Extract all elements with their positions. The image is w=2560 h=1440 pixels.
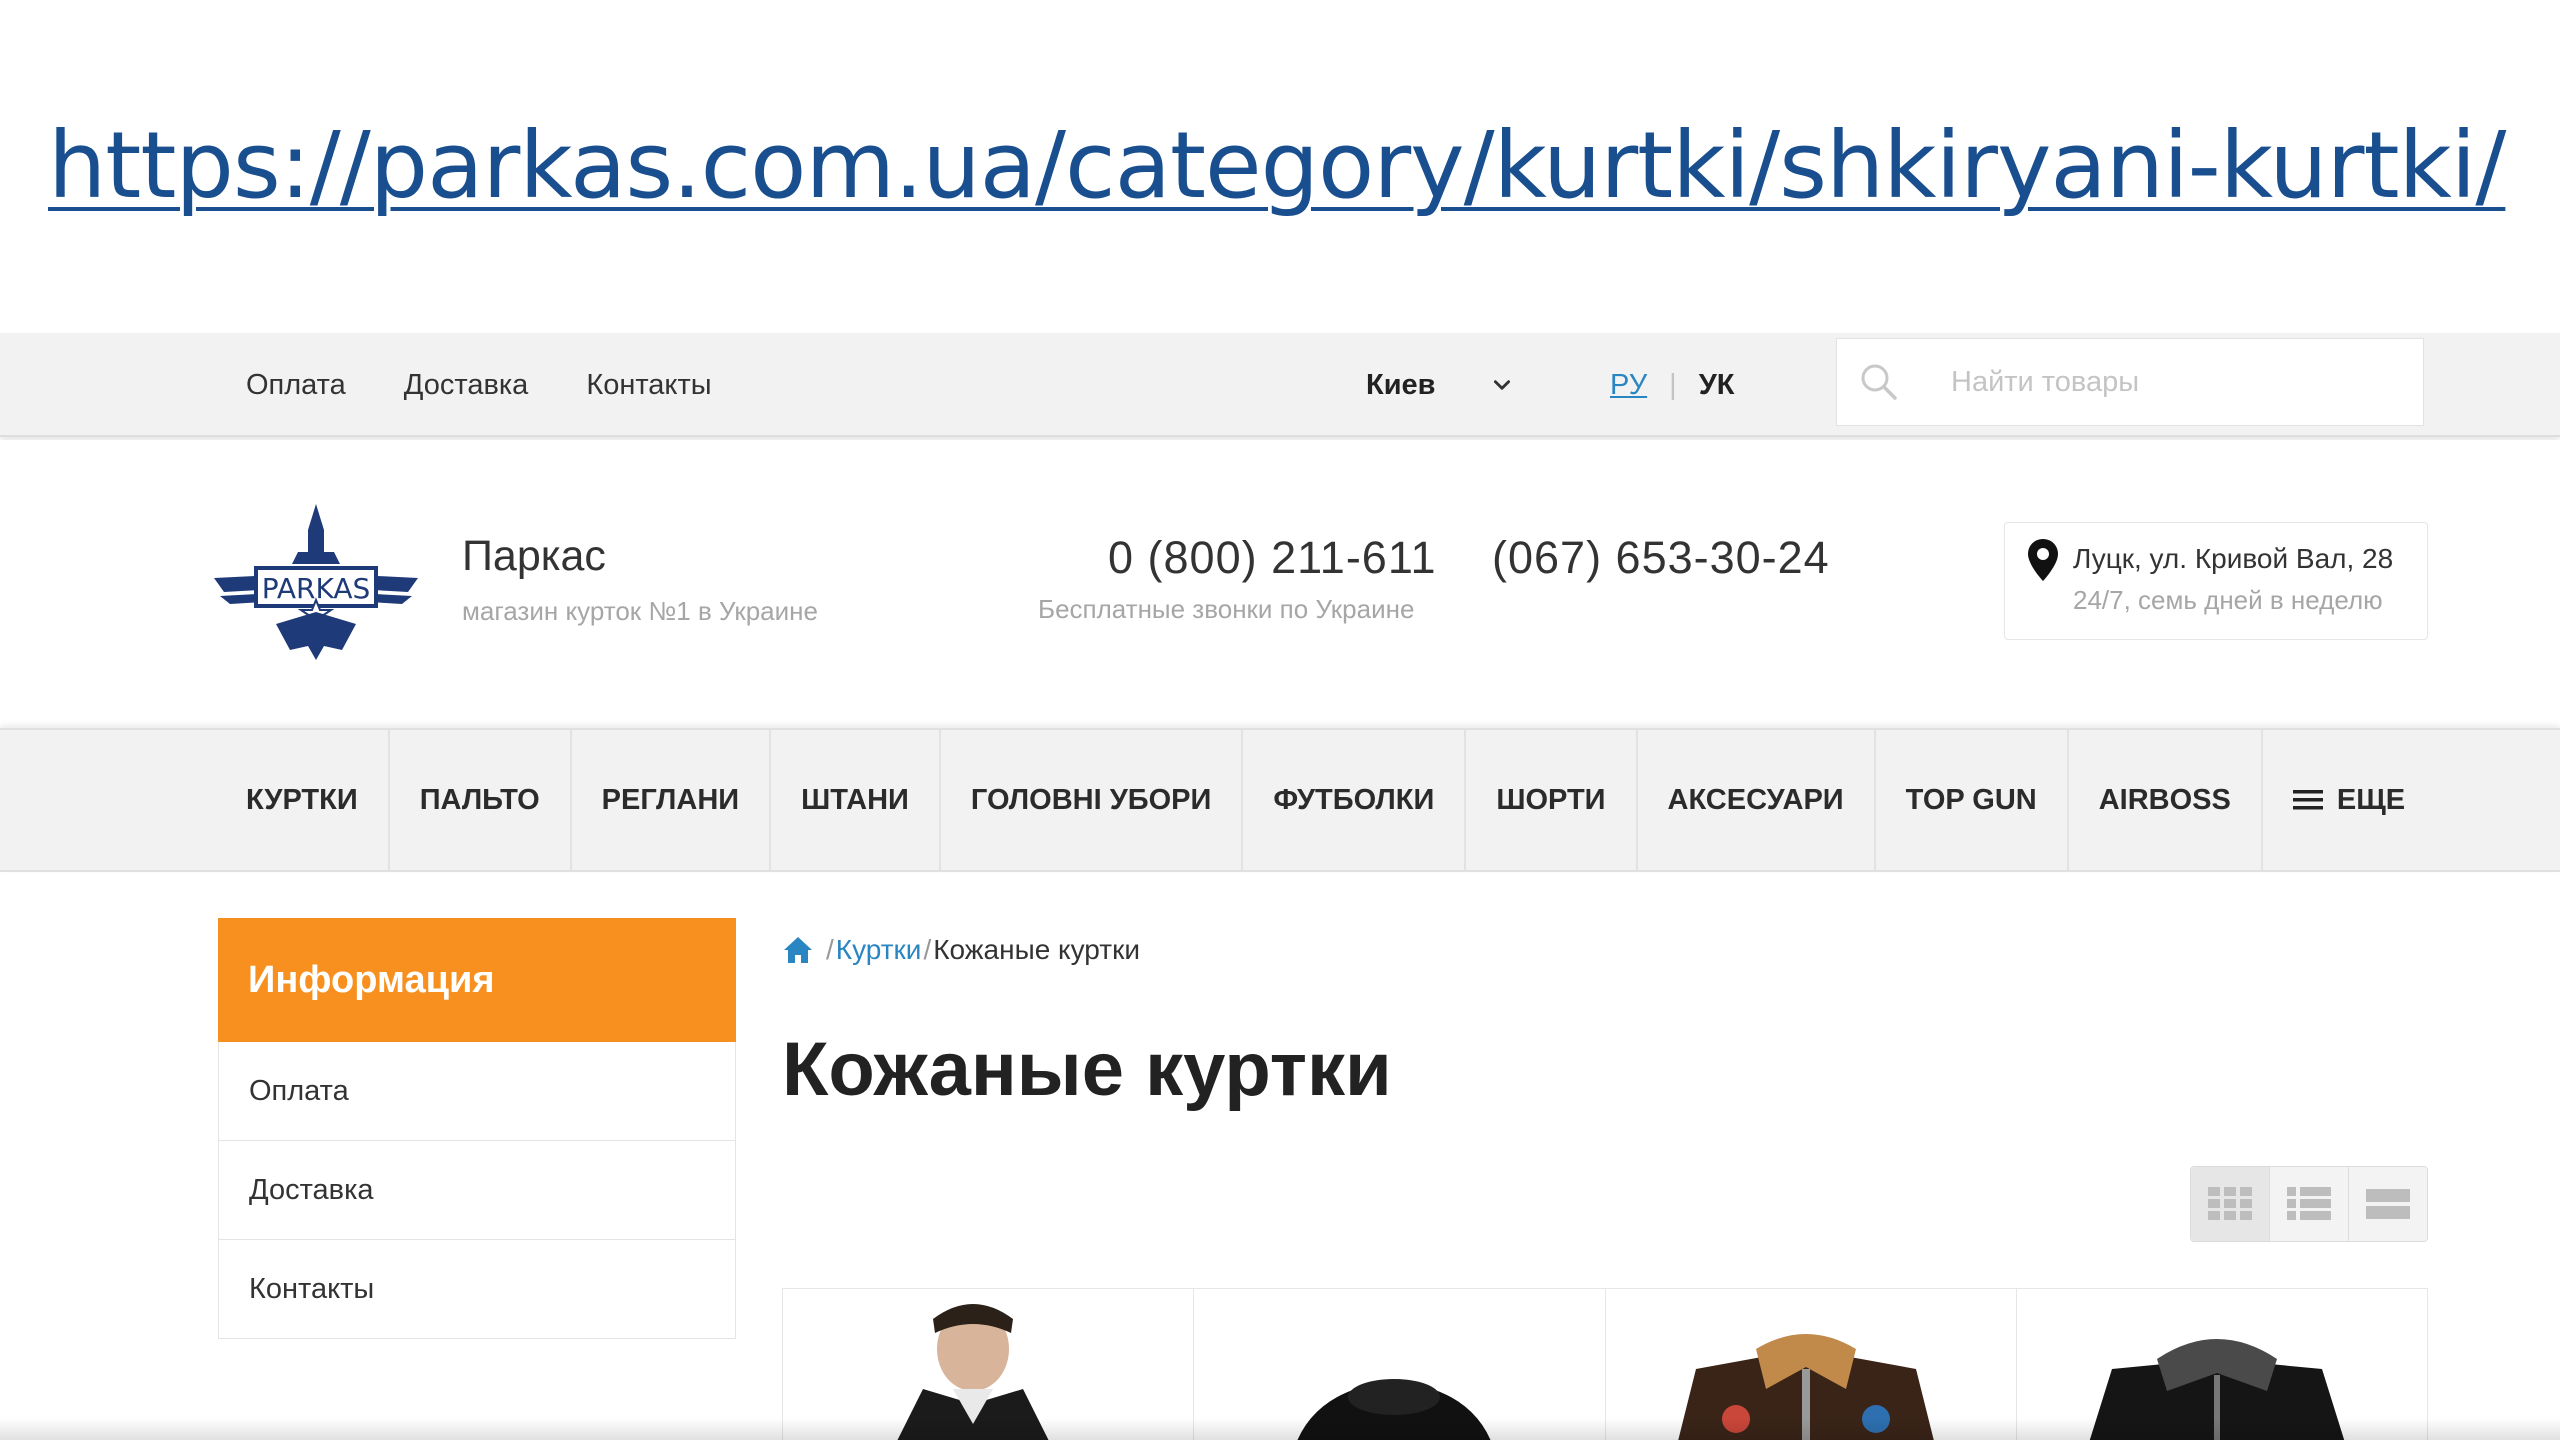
phone-free[interactable]: 0 (800) 211-611 (1108, 532, 1437, 584)
map-pin-icon (2028, 539, 2058, 581)
view-mode-switcher (2190, 1166, 2428, 1242)
search-input[interactable] (1951, 365, 2391, 399)
list-view-icon (2287, 1187, 2331, 1220)
language-switcher: РУ | УК (1610, 333, 1734, 437)
main-nav: КУРТКИ ПАЛЬТО РЕГЛАНИ ШТАНИ ГОЛОВНІ УБОР… (0, 728, 2560, 872)
address-card[interactable]: Луцк, ул. Кривой Вал, 28 24/7, семь дней… (2004, 522, 2428, 640)
brand-tagline: магазин курток №1 в Украине (462, 596, 818, 626)
nav-more-label: ЕЩЕ (2336, 783, 2406, 816)
address-text: Луцк, ул. Кривой Вал, 28 (2073, 543, 2394, 574)
top-bar: Оплата Доставка Контакты Киев РУ | УК (0, 333, 2560, 437)
grid-view-button[interactable] (2191, 1167, 2270, 1241)
city-selector[interactable]: Киев (1366, 333, 1513, 437)
hours-text: 24/7, семь дней в неделю (2073, 585, 2383, 615)
sidebar-item-payment[interactable]: Оплата (218, 1042, 736, 1141)
nav-item-headwear[interactable]: ГОЛОВНІ УБОРИ (941, 730, 1244, 870)
nav-item-pants[interactable]: ШТАНИ (771, 730, 941, 870)
nav-item-tshirts[interactable]: ФУТБОЛКИ (1243, 730, 1467, 870)
sidebar-item-contacts[interactable]: Контакты (218, 1240, 736, 1339)
table-view-button[interactable] (2349, 1167, 2427, 1241)
breadcrumb-separator: / (923, 934, 932, 965)
search-box (1836, 338, 2424, 426)
top-nav-delivery[interactable]: Доставка (404, 369, 529, 402)
sidebar-item-delivery[interactable]: Доставка (218, 1141, 736, 1240)
nav-item-shorts[interactable]: ШОРТИ (1466, 730, 1638, 870)
breadcrumb-jackets-link[interactable]: Куртки (836, 934, 922, 966)
list-view-button[interactable] (2270, 1167, 2349, 1241)
table-view-icon (2366, 1189, 2410, 1219)
lang-separator: | (1669, 368, 1677, 401)
nav-item-top-gun[interactable]: TOP GUN (1876, 730, 2069, 870)
breadcrumb-current: Кожаные куртки (933, 934, 1140, 965)
site-header: PARKAS Паркас магазин курток №1 в Украин… (0, 440, 2560, 728)
info-sidebar: Информация Оплата Доставка Контакты (218, 918, 736, 1339)
nav-item-more[interactable]: ЕЩЕ (2263, 730, 2435, 870)
phone-note: Бесплатные звонки по Украине (1038, 594, 1415, 624)
url-banner: https://parkas.com.ua/category/kurtki/sh… (48, 112, 2506, 222)
category-url-link[interactable]: https://parkas.com.ua/category/kurtki/sh… (48, 112, 2506, 219)
search-icon[interactable] (1857, 360, 1901, 404)
breadcrumb: / Куртки / Кожаные куртки (782, 930, 1140, 970)
top-nav: Оплата Доставка Контакты (246, 333, 712, 437)
top-nav-payment[interactable]: Оплата (246, 369, 346, 402)
nav-item-airboss[interactable]: AIRBOSS (2069, 730, 2263, 870)
nav-item-raglans[interactable]: РЕГЛАНИ (572, 730, 772, 870)
nav-item-coats[interactable]: ПАЛЬТО (390, 730, 572, 870)
page-title: Кожаные куртки (782, 1027, 1392, 1112)
nav-item-accessories[interactable]: АКСЕСУАРИ (1638, 730, 1876, 870)
phone-mobile[interactable]: (067) 653-30-24 (1492, 532, 1830, 584)
grid-view-icon (2208, 1187, 2252, 1220)
breadcrumb-separator: / (826, 934, 834, 965)
chevron-down-icon (1494, 380, 1511, 390)
home-icon[interactable] (782, 935, 814, 965)
brand-name: Паркас (462, 532, 606, 580)
city-label: Киев (1366, 368, 1436, 401)
lang-ru-link[interactable]: РУ (1610, 369, 1647, 402)
menu-icon (2292, 790, 2323, 810)
lang-uk-link[interactable]: УК (1699, 369, 1735, 402)
parkas-logo[interactable]: PARKAS (214, 500, 418, 664)
sidebar-title: Информация (218, 918, 736, 1042)
top-nav-contacts[interactable]: Контакты (586, 369, 711, 402)
nav-item-jackets[interactable]: КУРТКИ (216, 730, 390, 870)
bottom-edge-shadow (0, 1418, 2560, 1440)
